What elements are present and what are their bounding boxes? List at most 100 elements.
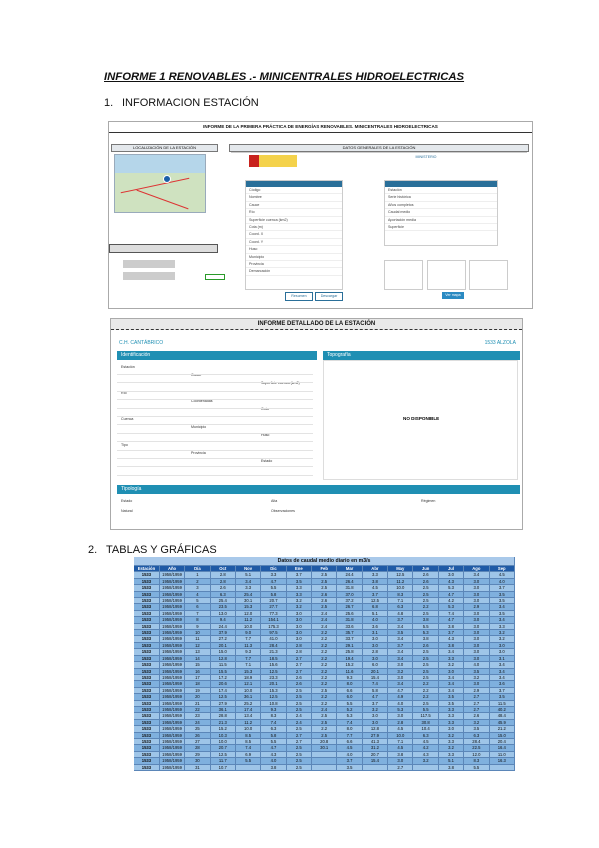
general-data-label: DATOS GENERALES DE LA ESTACIÓN bbox=[229, 144, 529, 152]
table-cell bbox=[311, 764, 338, 772]
location-pin-icon[interactable] bbox=[163, 175, 171, 183]
section-number: 2. bbox=[88, 544, 98, 556]
row-divider bbox=[117, 474, 313, 476]
green-box bbox=[205, 274, 225, 280]
table-cell: 1958/1959 bbox=[159, 623, 186, 631]
table-cell: 1958/1959 bbox=[159, 738, 186, 746]
not-available-text: NO DISPONIBLE bbox=[403, 416, 440, 421]
info-row: Demarcación bbox=[246, 268, 342, 276]
info-row: Coord. Y bbox=[246, 239, 342, 247]
mini-box bbox=[427, 260, 466, 290]
mini-box bbox=[384, 260, 423, 290]
table-cell: 5.5 bbox=[463, 764, 490, 772]
table-cell: 1958/1959 bbox=[159, 744, 186, 752]
table-cell: 31 bbox=[184, 764, 211, 772]
info-row: Cota (m) bbox=[246, 224, 342, 232]
daily-flow-table: Datos de caudal medio diario en m3/s Est… bbox=[134, 557, 516, 772]
row-divider bbox=[117, 407, 313, 409]
info-row: Nombre bbox=[246, 194, 342, 202]
table-cell: 1958/1959 bbox=[159, 642, 186, 650]
table-cell: 1958/1959 bbox=[159, 597, 186, 605]
government-logo bbox=[249, 155, 297, 167]
table-cell: 1958/1959 bbox=[159, 693, 186, 701]
row-divider bbox=[117, 374, 313, 375]
typology-field: Natural bbox=[121, 509, 133, 513]
info-row: Aportación media bbox=[385, 217, 497, 224]
table-cell: 1958/1959 bbox=[159, 706, 186, 714]
table-cell: 1958/1959 bbox=[159, 610, 186, 618]
station-map[interactable] bbox=[114, 154, 206, 213]
row-divider bbox=[117, 399, 313, 401]
table-cell: 1533 bbox=[134, 764, 160, 772]
practice-title-bar: INFORME DE LA PRIMERA PRÁCTICA DE ENERGÍ… bbox=[109, 122, 532, 133]
info-row: Código bbox=[246, 187, 342, 195]
table-cell: 1958/1959 bbox=[159, 687, 186, 695]
gray-block bbox=[123, 260, 175, 268]
table-cell: 1958/1959 bbox=[159, 751, 186, 759]
view-map-button[interactable]: Ver mapa bbox=[442, 292, 464, 299]
info-row: Río bbox=[246, 209, 342, 217]
info-row: Superficie cuenca (km2) bbox=[246, 217, 342, 224]
row-divider bbox=[117, 458, 313, 459]
table-cell: 1958/1959 bbox=[159, 668, 186, 675]
row-divider bbox=[117, 416, 313, 417]
download-button[interactable]: Descargar bbox=[315, 292, 343, 301]
divider bbox=[231, 152, 527, 153]
gray-block bbox=[123, 272, 175, 280]
table-cell bbox=[362, 764, 389, 772]
right-data-panel: Estación Serie histórica Años completos Cau… bbox=[384, 180, 498, 246]
info-row: Huso bbox=[246, 246, 342, 254]
map-road bbox=[120, 177, 190, 194]
typology-field: Alta bbox=[271, 499, 278, 503]
table-cell bbox=[412, 764, 439, 772]
row-divider bbox=[117, 466, 313, 468]
table-cell: 1958/1959 bbox=[159, 757, 186, 765]
table-cell: 1958/1959 bbox=[159, 635, 186, 643]
row-divider bbox=[117, 441, 313, 443]
field-label: Municipio bbox=[191, 425, 207, 429]
table-cell: 2.7 bbox=[387, 764, 414, 772]
table-cell: 1958/1959 bbox=[159, 648, 186, 656]
table-caption: Datos de caudal medio diario en m3/s bbox=[134, 557, 515, 566]
ministry-logo: MINISTERIO bbox=[415, 155, 437, 159]
table-cell: 3.8 bbox=[438, 764, 465, 772]
basin-label: C.H. CANTÁBRICO bbox=[119, 340, 164, 346]
table-cell: 1958/1959 bbox=[159, 616, 186, 624]
gray-band bbox=[109, 244, 218, 253]
table-cell: 1958/1959 bbox=[159, 680, 186, 688]
report-heading: INFORME 1 RENOVABLES .- MINICENTRALES HI… bbox=[104, 71, 465, 83]
row-divider bbox=[117, 390, 313, 392]
table-cell bbox=[235, 764, 262, 772]
field-label: Provincia bbox=[191, 451, 206, 455]
info-row: Serie histórica bbox=[385, 194, 497, 202]
table-cell: 1958/1959 bbox=[159, 578, 186, 586]
station-info-screenshot: INFORME DE LA PRIMERA PRÁCTICA DE ENERGÍ… bbox=[108, 121, 533, 309]
typology-field: Observaciones bbox=[271, 509, 295, 513]
table-cell bbox=[489, 764, 516, 772]
mini-box bbox=[469, 260, 508, 290]
info-row: Estación bbox=[385, 187, 497, 195]
detailed-report-title: INFORME DETALLADO DE LA ESTACIÓN bbox=[111, 319, 522, 330]
table-cell: 1958/1959 bbox=[159, 700, 186, 707]
table-cell: 1958/1959 bbox=[159, 674, 186, 682]
table-cell: 1958/1959 bbox=[159, 629, 186, 637]
field-label: Estado bbox=[261, 459, 273, 463]
table-cell: 1958/1959 bbox=[159, 732, 186, 740]
summary-button[interactable]: Resumen bbox=[285, 292, 313, 301]
info-row: Años completos bbox=[385, 202, 497, 210]
table-cell: 1958/1959 bbox=[159, 655, 186, 663]
station-label: 1533 ALZOLA bbox=[484, 340, 516, 346]
typology-header: Tipología bbox=[117, 485, 520, 494]
table-cell: 1958/1959 bbox=[159, 719, 186, 727]
info-row: Caudal medio bbox=[385, 209, 497, 217]
info-row: Cauce bbox=[246, 202, 342, 210]
table-cell: 1958/1959 bbox=[159, 725, 186, 733]
field-label: Tipo bbox=[121, 443, 128, 447]
table-cell: 2.5 bbox=[286, 764, 313, 772]
table-cell: 1958/1959 bbox=[159, 764, 186, 772]
section-number: 1. bbox=[104, 97, 114, 109]
table-cell: 3.8 bbox=[260, 764, 287, 772]
info-row: Municipio bbox=[246, 254, 342, 261]
info-row: Coord. X bbox=[246, 231, 342, 239]
table-cell: 10.7 bbox=[210, 764, 236, 772]
